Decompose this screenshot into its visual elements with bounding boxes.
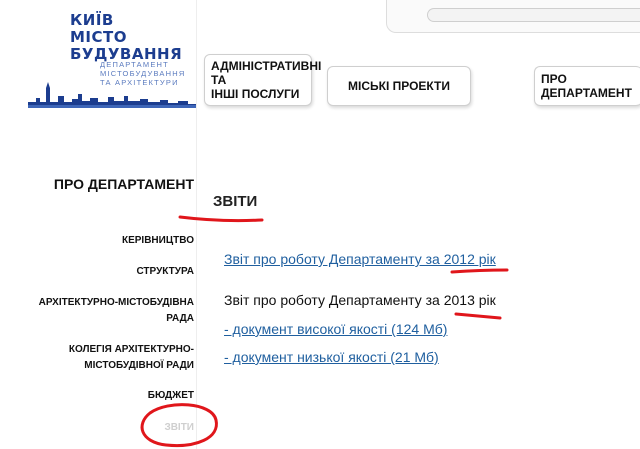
sidebar-item-reports[interactable]: ЗВІТИ [24,420,194,436]
sidebar-item-leadership[interactable]: КЕРІВНИЦТВО [24,233,194,249]
sidebar-item-label: КОЛЕГІЯ АРХІТЕКТУРНО- [68,344,194,355]
logo-title-line: КИЇВ [70,11,114,29]
page-title: ЗВІТИ [213,193,258,210]
nav-label-line: АДМІНІСТРАТИВНІ ТА [211,59,322,87]
document-low-quality-link[interactable]: - документ низької якості (21 Мб) [224,349,439,365]
report-2012-link[interactable]: Звіт про роботу Департаменту за 2012 рік [224,251,496,267]
city-skyline-icon [28,82,196,108]
sidebar-divider [196,0,197,449]
nav-city-projects-button[interactable]: МІСЬКІ ПРОЕКТИ [327,66,471,106]
nav-label-line: ІНШІ ПОСЛУГИ [211,87,300,101]
sidebar-item-label: БЮДЖЕТ [147,390,194,401]
sidebar-item-architecture-council[interactable]: АРХІТЕКТУРНО-МІСТОБУДІВНА РАДА [24,295,194,327]
logo-title-line: МІСТО [70,28,127,46]
sidebar-item-label: РАДА [166,313,194,324]
sidebar-item-label: ЗВІТИ [164,422,194,433]
document-high-quality-link[interactable]: - документ високої якості (124 Мб) [224,321,447,337]
sidebar-item-label: АРХІТЕКТУРНО-МІСТОБУДІВНА [38,297,194,308]
logo-subtitle-line: ДЕПАРТАМЕНТ [100,60,169,69]
sidebar-item-label: СТРУКТУРА [136,266,194,277]
sidebar-item-council-board[interactable]: КОЛЕГІЯ АРХІТЕКТУРНО- МІСТОБУДІВНОЇ РАДИ [24,342,194,374]
logo-title: КИЇВ МІСТО БУДУВАННЯ [70,12,182,63]
sidebar-item-label: МІСТОБУДІВНОЇ РАДИ [84,360,194,371]
site-logo[interactable]: КИЇВ МІСТО БУДУВАННЯ ДЕПАРТАМЕНТ МІСТОБУ… [28,8,196,108]
annotation-underline-title [178,215,264,223]
sidebar-item-structure[interactable]: СТРУКТУРА [24,264,194,280]
nav-about-department-button[interactable]: ПРО ДЕПАРТАМЕНТ [534,66,640,106]
search-bar [386,0,640,33]
sidebar-item-budget[interactable]: БЮДЖЕТ [24,388,194,404]
sidebar-item-label: КЕРІВНИЦТВО [121,235,194,246]
nav-label: ПРО ДЕПАРТАМЕНТ [541,72,632,100]
report-2013-text: Звіт про роботу Департаменту за 2013 рік [224,292,496,308]
annotation-underline-2013 [454,312,502,320]
search-input[interactable] [427,8,640,22]
nav-label: МІСЬКІ ПРОЕКТИ [348,79,450,93]
sidebar-title: ПРО ДЕПАРТАМЕНТ [53,176,194,192]
annotation-underline-2012 [450,268,509,274]
nav-admin-services-button[interactable]: АДМІНІСТРАТИВНІ ТА ІНШІ ПОСЛУГИ [204,54,321,106]
